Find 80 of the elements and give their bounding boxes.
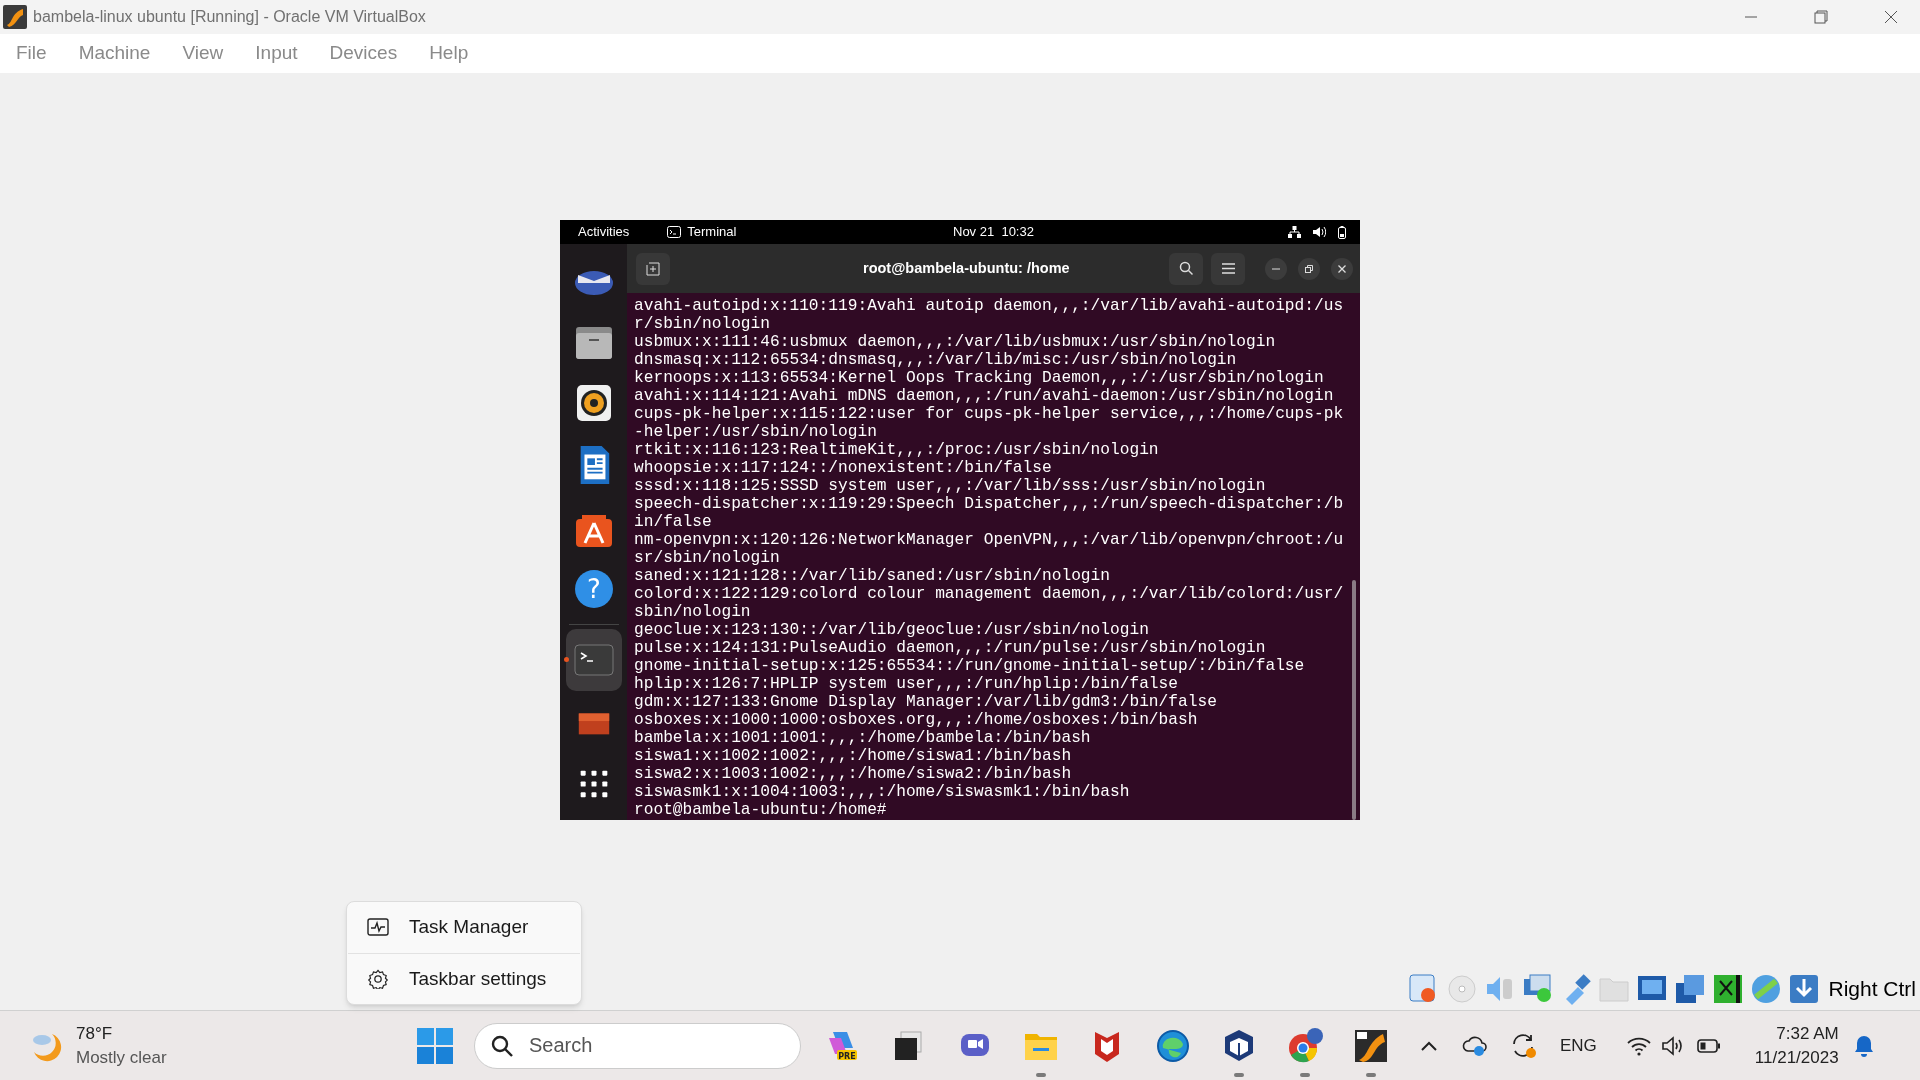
wifi-icon[interactable] [1626, 1035, 1651, 1056]
new-tab-button[interactable] [636, 252, 670, 285]
new-tab-icon [646, 261, 660, 276]
running-indicator [1366, 1072, 1376, 1077]
terminal-line: hplip:x:126:7:HPLIP system user,,,:/run/hplip:/bin/false [634, 675, 1179, 693]
close-icon [1338, 264, 1346, 273]
menu-item[interactable]: Taskbar settings [347, 953, 581, 1004]
search-field[interactable]: Search [474, 1022, 801, 1069]
terminal-line: siswa2:x:1003:1002:,,,:/home/siswa2:/bin/bash [634, 765, 1073, 783]
activities-button[interactable]: Activities [578, 222, 630, 242]
gear-icon [367, 968, 389, 989]
search-icon [1178, 261, 1194, 276]
terminal-line: bambela:x:1001:1001:,,,:/home/bambela:/bin/bash [634, 729, 1092, 747]
chevron-up-icon[interactable] [1420, 1039, 1438, 1052]
running-indicator [1234, 1072, 1244, 1077]
taskbar-app[interactable]: PRE [810, 1010, 876, 1080]
terminal-line: gnome-initial-setup:x:125:65534::/run/gnome-initial-setup/:/bin/false [634, 657, 1306, 675]
clock-date[interactable]: 11/21/2023 [1754, 1045, 1839, 1070]
terminal-line: dnsmasq:x:112:65534:dnsmasq,,,:/var/lib/misc:/usr/sbin/nologin [634, 351, 1238, 369]
app-logo-icon [3, 5, 27, 29]
sync-icon[interactable] [1510, 1031, 1538, 1060]
terminal-icon [667, 226, 682, 238]
notification-bell-icon[interactable] [1852, 1033, 1875, 1058]
menu-button[interactable] [1211, 252, 1245, 285]
running-indicator [563, 657, 569, 662]
menu-item[interactable]: Machine [78, 39, 151, 68]
terminal-line: sssd:x:118:125:SSSD system user,,,:/var/lib/sss:/usr/sbin/nologin [634, 477, 1267, 495]
scrollbar[interactable] [1352, 580, 1356, 820]
language-indicator[interactable]: ENG [1560, 1032, 1597, 1059]
browser-icon [1155, 1027, 1191, 1064]
menu-item[interactable]: Devices [329, 39, 398, 68]
app-grid-icon [578, 769, 609, 799]
weather-temperature[interactable]: 78°F [76, 1021, 167, 1046]
menu-item[interactable]: View [182, 39, 224, 68]
download-icon[interactable] [1788, 973, 1821, 1005]
start-button[interactable] [417, 1027, 453, 1064]
terminal-line: rtkit:x:116:123:RealtimeKit,,,:/proc:/usr/sbin/nologin [634, 441, 1160, 459]
app-menu[interactable]: Terminal [687, 222, 737, 242]
menu-item[interactable]: Task Manager [347, 902, 581, 953]
screens-icon[interactable] [1674, 973, 1707, 1005]
terminal-line: usbmux:x:111:46:usbmux daemon,,,:/var/lib/usbmux:/usr/sbin/nologin [634, 333, 1277, 351]
clock-time[interactable]: 7:32 AM [1776, 1021, 1839, 1046]
terminal-line: avahi:x:114:121:Avahi mDNS daemon,,,:/run/avahi-daemon:/usr/sbin/nologin [634, 387, 1335, 405]
host-key-label: Right Ctrl [1828, 976, 1916, 1003]
battery-icon[interactable] [1696, 1038, 1721, 1053]
help-icon: ? [573, 569, 614, 609]
cloud-sync-icon[interactable] [1462, 1034, 1488, 1057]
battery-icon[interactable] [1338, 225, 1346, 239]
running-indicator [1300, 1072, 1310, 1077]
volume-icon[interactable] [1660, 1035, 1685, 1056]
terminal-line: pulse:x:124:131:PulseAudio daemon,,,:/run/pulse:/usr/sbin/nologin [634, 639, 1267, 657]
close-button[interactable] [1331, 257, 1353, 280]
terminal-line: geoclue:x:123:130::/var/lib/geoclue:/usr/sbin/nologin [634, 621, 1150, 639]
app-window-icon [1353, 1027, 1389, 1064]
menu-icon [1221, 263, 1235, 274]
restore-icon [1305, 264, 1313, 273]
clock[interactable]: Nov 21 10:32 [953, 222, 1034, 242]
terminal-line: siswasmk1:x:1004:1003:,,,:/home/siswasmk1:/bin/bash [634, 783, 1131, 801]
terminal-line: siswa1:x:1002:1002:,,,:/home/siswa1:/bin/bash [634, 747, 1073, 765]
search-icon [490, 1033, 514, 1058]
terminal-line: gdm:x:127:133:Gnome Display Manager:/var/lib/gdm3:/bin/false [634, 693, 1218, 711]
terminal-line: osboxes:x:1000:1000:osboxes.org,,,:/home/osboxes:/bin/bash [634, 711, 1199, 729]
restore-button[interactable] [1298, 257, 1320, 280]
volume-icon[interactable] [1313, 226, 1326, 238]
search-button[interactable] [1169, 252, 1203, 285]
terminal-line: saned:x:121:128::/var/lib/saned:/usr/sbin/nologin [634, 567, 1111, 585]
activity-monitor-icon [367, 917, 389, 938]
window-title: bambela-linux ubuntu [Running] - Oracle VM VirtualBox [33, 7, 426, 27]
minimize-icon [1272, 267, 1280, 270]
browser-icon [1287, 1027, 1323, 1064]
minimize-button[interactable] [1265, 257, 1287, 280]
restore-icon[interactable] [1814, 10, 1828, 24]
terminal-prompt[interactable]: root@bambela-ubuntu:/home# [634, 801, 1346, 819]
network-icon[interactable] [1288, 226, 1301, 238]
terminal-line: whoopsie:x:117:124::/nonexistent:/bin/false [634, 459, 1053, 477]
terminal-line: kernoops:x:113:65534:Kernel Oops Tracking Daemon,,,:/:/usr/sbin/nologin [634, 369, 1325, 387]
close-icon[interactable] [1884, 10, 1898, 24]
running-indicator [1036, 1072, 1046, 1077]
terminal-title: root@bambela-ubuntu: /home [863, 258, 1070, 278]
weather-condition[interactable]: Mostly clear [76, 1045, 167, 1070]
